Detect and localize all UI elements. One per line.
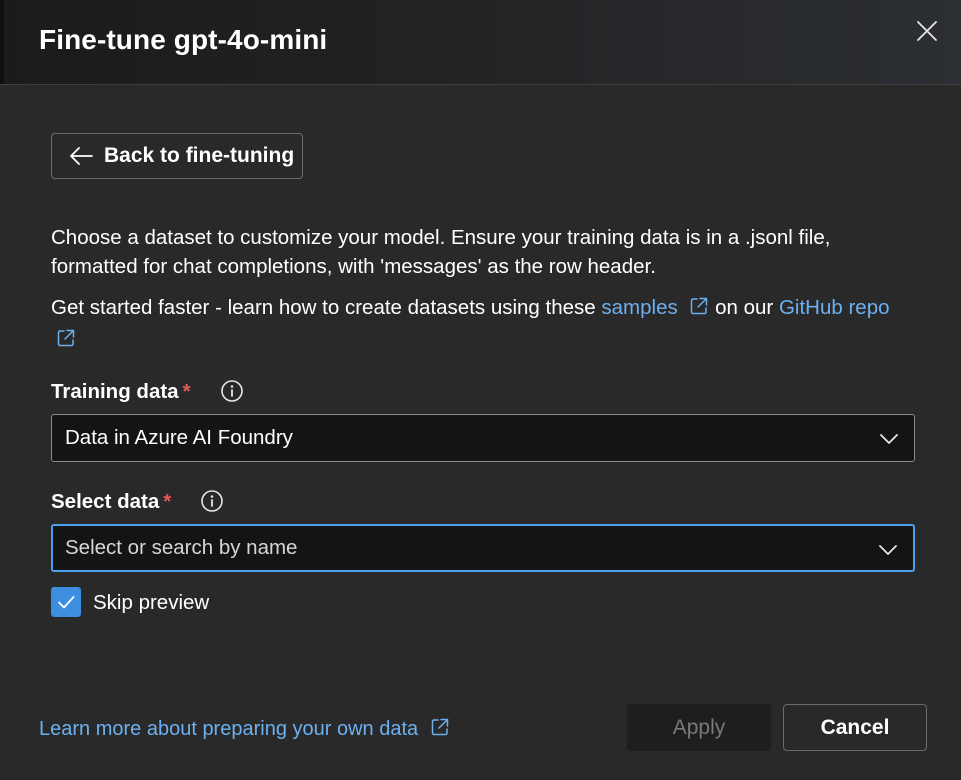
arrow-left-icon	[70, 147, 93, 165]
skip-preview-label[interactable]: Skip preview	[93, 591, 209, 615]
required-marker: *	[163, 490, 172, 513]
training-data-label-text: Training data	[51, 380, 179, 403]
learn-more-link[interactable]: Learn more about preparing your own data	[39, 717, 450, 741]
chevron-down-icon	[879, 545, 897, 555]
close-button[interactable]	[912, 16, 942, 46]
get-started-prefix: Get started faster - learn how to create…	[51, 296, 602, 319]
github-repo-link[interactable]: GitHub repo	[779, 296, 890, 319]
skip-preview-checkbox[interactable]	[51, 587, 81, 617]
info-icon[interactable]	[220, 379, 244, 403]
back-to-fine-tuning-button[interactable]: Back to fine-tuning	[51, 133, 303, 179]
chevron-down-icon	[880, 434, 898, 444]
external-link-icon	[691, 297, 708, 315]
dialog-header: Fine-tune gpt-4o-mini	[0, 0, 961, 85]
back-button-label: Back to fine-tuning	[104, 144, 295, 167]
apply-button[interactable]: Apply	[627, 704, 771, 751]
training-data-dropdown[interactable]: Data in Azure AI Foundry	[51, 414, 915, 462]
select-data-label-text: Select data	[51, 490, 160, 513]
close-icon	[917, 21, 937, 41]
select-data-combobox[interactable]: Select or search by name	[51, 524, 915, 572]
dialog-title: Fine-tune gpt-4o-mini	[39, 24, 328, 55]
header-edge	[0, 0, 4, 84]
description-line-2: formatted for chat completions, with 'me…	[51, 255, 656, 278]
checkmark-icon	[58, 596, 75, 609]
info-icon[interactable]	[200, 489, 224, 513]
training-data-value: Data in Azure AI Foundry	[65, 426, 293, 449]
get-started-text: Get started faster - learn how to create…	[51, 292, 921, 324]
learn-more-link-text: Learn more about preparing your own data	[39, 718, 419, 740]
samples-link[interactable]: samples	[601, 296, 677, 319]
required-marker: *	[182, 380, 191, 403]
get-started-middle: on our	[709, 296, 779, 319]
select-data-label: Select data *	[51, 490, 171, 514]
description-line-1: Choose a dataset to customize your model…	[51, 226, 831, 249]
select-data-placeholder: Select or search by name	[65, 536, 298, 559]
training-data-label: Training data *	[51, 380, 191, 404]
external-link-icon	[431, 718, 448, 736]
cancel-button[interactable]: Cancel	[783, 704, 927, 751]
external-link-icon[interactable]	[56, 328, 76, 348]
